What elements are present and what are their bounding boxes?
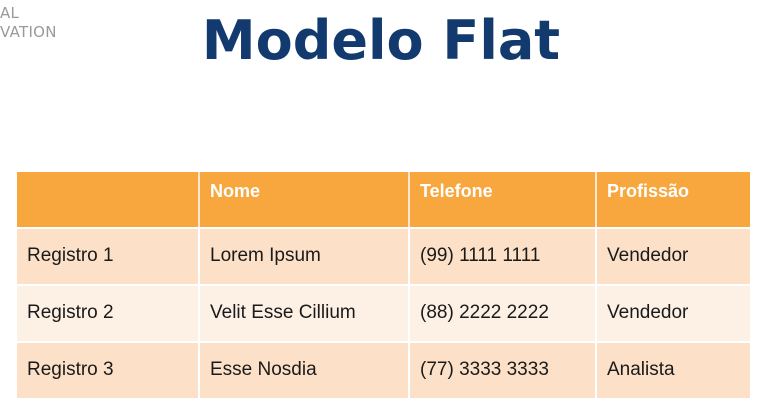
nome-cell: Velit Esse Cillium xyxy=(200,284,410,341)
header-cell-profissao: Profissão xyxy=(597,172,750,227)
profissao-cell: Analista xyxy=(597,341,750,398)
table-row: Registro 2 Velit Esse Cillium (88) 2222 … xyxy=(17,284,750,341)
nome-cell: Esse Nosdia xyxy=(200,341,410,398)
row-label-cell: Registro 3 xyxy=(17,341,200,398)
data-table: Nome Telefone Profissão Registro 1 Lorem… xyxy=(17,172,750,398)
table-header-row: Nome Telefone Profissão xyxy=(17,172,750,227)
profissao-cell: Vendedor xyxy=(597,227,750,284)
telefone-cell: (77) 3333 3333 xyxy=(410,341,597,398)
row-label-cell: Registro 2 xyxy=(17,284,200,341)
telefone-cell: (88) 2222 2222 xyxy=(410,284,597,341)
header-cell-telefone: Telefone xyxy=(410,172,597,227)
table-body: Registro 1 Lorem Ipsum (99) 1111 1111 Ve… xyxy=(17,227,750,398)
telefone-cell: (99) 1111 1111 xyxy=(410,227,597,284)
table-row: Registro 3 Esse Nosdia (77) 3333 3333 An… xyxy=(17,341,750,398)
nome-cell: Lorem Ipsum xyxy=(200,227,410,284)
header-cell-nome: Nome xyxy=(200,172,410,227)
page-title: Modelo Flat xyxy=(201,9,561,72)
row-label-cell: Registro 1 xyxy=(17,227,200,284)
table-row: Registro 1 Lorem Ipsum (99) 1111 1111 Ve… xyxy=(17,227,750,284)
header-cell-empty xyxy=(17,172,200,227)
profissao-cell: Vendedor xyxy=(597,284,750,341)
table-header: Nome Telefone Profissão xyxy=(17,172,750,227)
